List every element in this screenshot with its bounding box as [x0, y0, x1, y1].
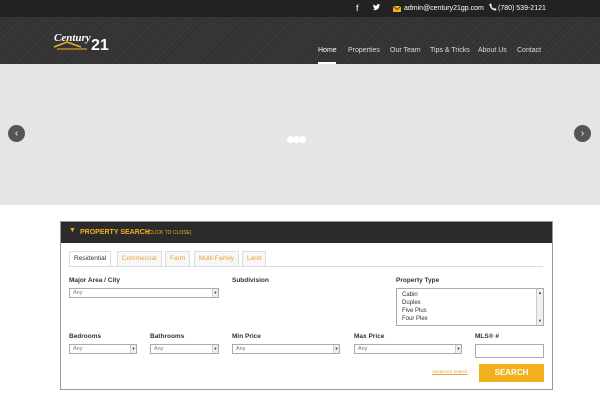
area-select[interactable]: Any ▼ [69, 288, 219, 298]
nav-properties[interactable]: Properties [348, 46, 380, 55]
dropdown-arrow-icon: ▼ [212, 345, 218, 353]
nav-our-team[interactable]: Our Team [390, 46, 421, 55]
area-select-value: Any [73, 290, 83, 296]
dropdown-arrow-icon: ▼ [212, 289, 218, 297]
facebook-icon[interactable]: f [356, 3, 359, 13]
min-price-label: Min Price [232, 333, 261, 340]
mls-input[interactable] [475, 344, 544, 358]
property-type-list[interactable]: Cabin Duplex Five Plus Four Plex ▲ ▼ [396, 288, 544, 326]
nav-tips-tricks[interactable]: Tips & Tricks [430, 46, 470, 55]
dropdown-arrow-icon: ▼ [333, 345, 339, 353]
tab-land[interactable]: Land [242, 251, 267, 266]
svg-text:21: 21 [91, 37, 109, 53]
dropdown-arrow-icon: ▼ [130, 345, 136, 353]
bedrooms-select-value: Any [73, 346, 83, 352]
phone-icon [489, 3, 497, 13]
site-header: Century 21 Home Properties Our Team Tips… [0, 17, 600, 64]
search-panel-subtitle: (CLICK TO CLOSE) [147, 230, 192, 236]
scroll-down-icon[interactable]: ▼ [537, 318, 543, 323]
min-price-select-value: Any [236, 346, 246, 352]
bathrooms-select-value: Any [154, 346, 164, 352]
max-price-select-value: Any [358, 346, 368, 352]
twitter-icon[interactable] [372, 3, 381, 14]
svg-text:Century: Century [54, 32, 91, 44]
contact-email[interactable]: admin@century21gp.com [404, 4, 484, 13]
property-type-scrollbar[interactable]: ▲ ▼ [536, 289, 543, 325]
contact-phone[interactable]: (780) 539-2121 [498, 4, 546, 13]
bathrooms-select[interactable]: Any ▼ [150, 344, 219, 354]
subdivision-label: Subdivision [232, 277, 269, 284]
max-price-label: Max Price [354, 333, 385, 340]
property-type-option[interactable]: Duplex [402, 299, 421, 307]
property-type-option[interactable]: Four Plex [402, 315, 428, 323]
chevron-right-icon[interactable]: › [574, 125, 591, 142]
tab-farm[interactable]: Farm [165, 251, 191, 266]
nav-contact[interactable]: Contact [517, 46, 541, 55]
tab-residential[interactable]: Residential [69, 251, 112, 267]
dropdown-arrow-icon: ▼ [455, 345, 461, 353]
chevron-left-icon[interactable]: ‹ [8, 125, 25, 142]
hero-slider: ‹ › [0, 64, 600, 205]
bedrooms-label: Bedrooms [69, 333, 102, 340]
search-button[interactable]: SEARCH [479, 364, 544, 382]
envelope-icon [392, 4, 402, 14]
search-panel-title: PROPERTY SEARCH [80, 229, 150, 236]
search-panel-toggle[interactable]: ▼ PROPERTY SEARCH (CLICK TO CLOSE) [61, 222, 552, 243]
property-type-label: Property Type [396, 277, 440, 284]
scroll-up-icon[interactable]: ▲ [537, 290, 543, 295]
bathrooms-label: Bathrooms [150, 333, 185, 340]
max-price-select[interactable]: Any ▼ [354, 344, 462, 354]
nav-about-us[interactable]: About Us [478, 46, 507, 55]
nav-home[interactable]: Home [318, 46, 337, 55]
property-search-panel: ▼ PROPERTY SEARCH (CLICK TO CLOSE) Resid… [60, 221, 553, 390]
century21-logo[interactable]: Century 21 [53, 27, 111, 54]
mls-label: MLS® # [475, 333, 499, 340]
area-label: Major Area / City [69, 277, 121, 284]
chevron-down-icon: ▼ [69, 227, 76, 234]
top-bar: f admin@century21gp.com (780) 539-2121 [0, 0, 600, 17]
property-type-option[interactable]: Cabin [402, 291, 418, 299]
bedrooms-select[interactable]: Any ▼ [69, 344, 137, 354]
advanced-search-link[interactable]: Advanced Search [432, 369, 468, 374]
tab-multi-family[interactable]: Multi-Family [194, 251, 240, 266]
tab-divider [69, 266, 543, 267]
min-price-select[interactable]: Any ▼ [232, 344, 340, 354]
property-type-option[interactable]: Five Plus [402, 307, 427, 315]
tab-commercial[interactable]: Commercial [117, 251, 162, 266]
loading-indicator [287, 130, 306, 148]
